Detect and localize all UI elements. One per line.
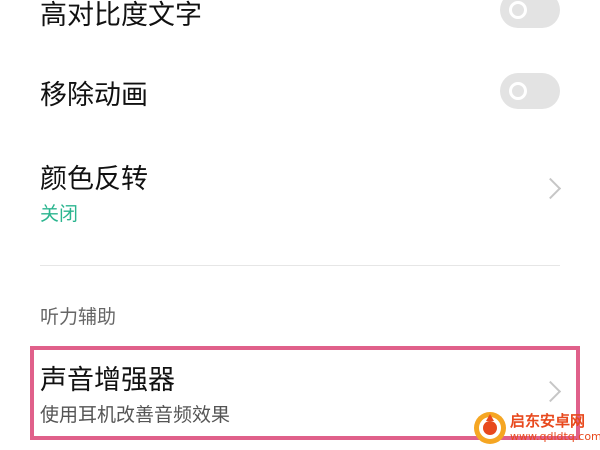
remove-animation-row[interactable]: 移除动画 — [0, 55, 600, 130]
settings-page: 高对比度文字 移除动画 颜色反转 关闭 听力辅助 声音增强器 使用耳机改善音频效… — [0, 0, 600, 450]
section-divider — [40, 265, 560, 266]
toggle-knob-icon — [509, 1, 527, 19]
high-contrast-row[interactable]: 高对比度文字 — [0, 0, 600, 40]
hearing-section-header: 听力辅助 — [40, 306, 117, 328]
high-contrast-label: 高对比度文字 — [40, 0, 202, 31]
chevron-right-icon — [539, 177, 562, 200]
remove-animation-label: 移除动画 — [40, 80, 148, 111]
watermark-logo-icon — [474, 412, 506, 444]
toggle-knob-icon — [509, 82, 527, 100]
color-inversion-row[interactable]: 颜色反转 关闭 — [0, 145, 600, 240]
sound-enhancer-subtitle: 使用耳机改善音频效果 — [40, 404, 231, 426]
watermark-url: www.qdldtq.com — [510, 430, 600, 443]
color-inversion-status: 关闭 — [40, 203, 79, 225]
high-contrast-toggle[interactable] — [500, 0, 560, 28]
remove-animation-toggle[interactable] — [500, 73, 560, 109]
watermark-name: 启东安卓网 — [510, 412, 586, 430]
sound-enhancer-title: 声音增强器 — [40, 365, 175, 396]
color-inversion-title: 颜色反转 — [40, 164, 148, 195]
watermark: 启东安卓网 www.qdldtq.com — [470, 408, 600, 450]
chevron-right-icon — [539, 380, 562, 403]
